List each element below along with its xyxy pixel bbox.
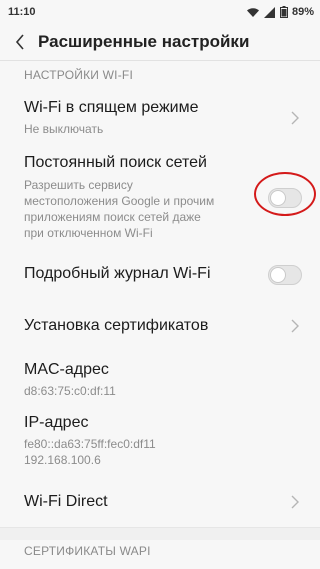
back-button[interactable] — [8, 30, 32, 54]
section-separator — [0, 527, 320, 540]
wifi-sleep-row[interactable]: Wi-Fi в спящем режиме Не выключать — [0, 92, 320, 144]
mac-address-value: d8:63:75:c0:df:11 — [24, 384, 116, 398]
status-time: 11:10 — [8, 6, 36, 18]
wifi-sleep-title: Wi-Fi в спящем режиме — [24, 99, 199, 116]
toggle-knob — [270, 267, 286, 283]
verbose-log-toggle[interactable] — [268, 265, 302, 285]
verbose-log-title: Подробный журнал Wi-Fi — [24, 265, 211, 282]
mac-address-row: MAC-адрес d8:63:75:c0:df:11 — [0, 354, 320, 402]
always-scan-subtitle-line: при отключенном Wi-Fi — [24, 226, 153, 240]
ip-address-row: IP-адрес fe80::da63:75ff:fec0:df11 192.1… — [0, 406, 320, 472]
status-bar: 11:10 89% — [0, 0, 320, 24]
highlight-circle — [254, 172, 316, 216]
wifi-direct-row[interactable]: Wi-Fi Direct — [0, 478, 320, 526]
verbose-log-row[interactable]: Подробный журнал Wi-Fi — [0, 250, 320, 298]
section-header-wapi-certificates: СЕРТИФИКАТЫ WAPI — [24, 544, 151, 558]
install-certificates-title: Установка сертификатов — [24, 317, 209, 334]
ip-address-value-ipv6: fe80::da63:75ff:fec0:df11 — [24, 437, 156, 451]
always-scan-subtitle-line: Разрешить сервису — [24, 178, 133, 192]
mac-address-title: MAC-адрес — [24, 361, 109, 378]
chevron-right-icon — [291, 111, 299, 125]
ip-address-value-ipv4: 192.168.100.6 — [24, 453, 101, 467]
wifi-sleep-subtitle: Не выключать — [24, 122, 104, 136]
header-divider — [0, 60, 320, 61]
chevron-right-icon — [291, 495, 299, 509]
signal-icon — [263, 6, 276, 18]
page-title: Расширенные настройки — [38, 32, 250, 51]
install-certificates-row[interactable]: Установка сертификатов — [0, 302, 320, 350]
chevron-right-icon — [291, 319, 299, 333]
ip-address-title: IP-адрес — [24, 414, 89, 431]
always-scan-subtitle-line: приложениям поиск сетей даже — [24, 210, 201, 224]
chevron-left-icon — [15, 34, 24, 50]
wifi-direct-title: Wi-Fi Direct — [24, 493, 108, 510]
wifi-icon — [246, 7, 260, 18]
battery-icon — [279, 6, 288, 18]
always-scan-subtitle-line: местоположения Google и прочим — [24, 194, 215, 208]
section-header-wifi-settings: НАСТРОЙКИ WI-FI — [24, 68, 133, 82]
always-scan-title: Постоянный поиск сетей — [24, 154, 207, 171]
battery-level: 89% — [291, 6, 314, 18]
status-icons: 89% — [246, 6, 314, 18]
header: Расширенные настройки — [0, 24, 320, 60]
